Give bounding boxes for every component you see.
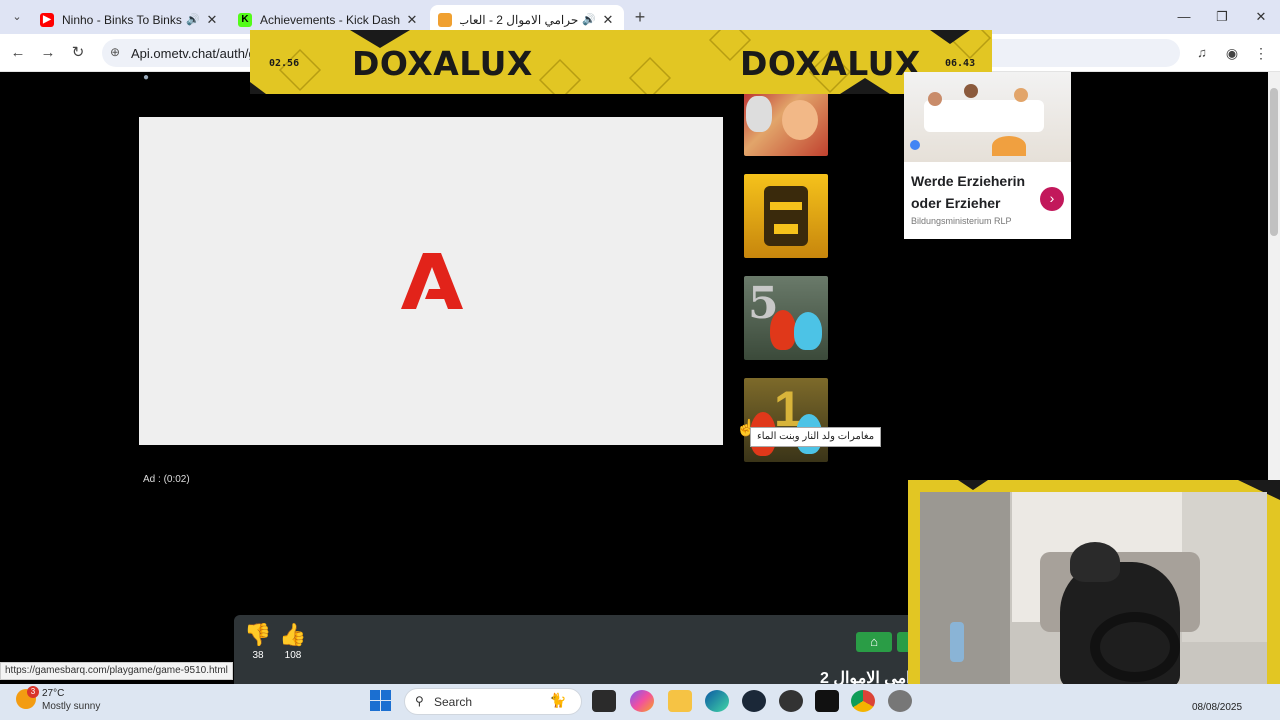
fireboy bbox=[770, 310, 796, 350]
game-action-bar bbox=[234, 615, 914, 684]
search-placeholder: Search bbox=[434, 695, 473, 709]
forward-icon[interactable]: → bbox=[37, 42, 59, 64]
ad-image-fan bbox=[992, 136, 1026, 156]
webcam-view bbox=[920, 492, 1267, 688]
idol-mouth bbox=[774, 224, 798, 234]
fireboy-watergirl-1-thumb[interactable]: 1 bbox=[744, 378, 828, 462]
overlay-time-right: 06.43 bbox=[945, 58, 976, 69]
webcam-bottle bbox=[950, 622, 964, 662]
close-tab-icon[interactable]: ✕ bbox=[204, 12, 220, 28]
tab-search-chevron-icon[interactable]: ⌄ bbox=[6, 6, 28, 28]
thumbs-up-icon: 👍 bbox=[279, 622, 307, 647]
ad-choice-icon[interactable] bbox=[910, 140, 920, 150]
taskbar-date: 08/08/2025 bbox=[1192, 702, 1243, 713]
weather-condition: Mostly sunny bbox=[42, 701, 101, 712]
profile-icon[interactable]: ◉ bbox=[1221, 42, 1243, 64]
edge-icon[interactable] bbox=[705, 690, 729, 712]
gamesbarq-icon bbox=[438, 12, 452, 27]
tab-title: Ninho - Binks To Binks Part bbox=[62, 12, 182, 27]
kick-icon: K bbox=[238, 12, 252, 27]
task-view-icon[interactable] bbox=[592, 690, 616, 712]
search-icon: ⚲ bbox=[415, 694, 424, 708]
chrome-icon[interactable] bbox=[851, 690, 875, 712]
steam-icon[interactable] bbox=[742, 690, 766, 712]
page-top-icon: ● bbox=[143, 72, 150, 83]
weather-badge: 3 bbox=[27, 686, 39, 698]
watergirl bbox=[794, 312, 822, 350]
temple-run-thumb[interactable] bbox=[744, 174, 828, 258]
adobe-icon bbox=[401, 253, 463, 309]
file-explorer-icon[interactable] bbox=[668, 690, 692, 712]
speaker-icon[interactable]: 🔊 bbox=[582, 13, 596, 26]
idol-face bbox=[764, 186, 808, 246]
ad-image-person bbox=[1014, 88, 1028, 102]
ad-headline: Werde Erzieherin oder Erzieher bbox=[911, 173, 1026, 211]
taskbar-search[interactable]: ⚲ Search 🐈 bbox=[404, 688, 582, 715]
restore-icon[interactable]: ❐ bbox=[1204, 6, 1240, 28]
site-info-icon[interactable]: ⊕ bbox=[110, 45, 120, 59]
character-face bbox=[782, 100, 818, 140]
tab-title: Achievements - Kick Dashboard bbox=[260, 12, 400, 27]
close-tab-icon[interactable]: ✕ bbox=[600, 12, 616, 28]
discord-like-icon[interactable] bbox=[779, 690, 803, 712]
ad-image bbox=[904, 72, 1071, 162]
overlay-time-left: 02.56 bbox=[269, 58, 300, 69]
scrollbar-thumb[interactable] bbox=[1270, 88, 1278, 236]
weather-temperature: 27°C bbox=[42, 688, 65, 699]
settings-icon[interactable] bbox=[888, 690, 912, 712]
overlay-brand-left: DOXALUX bbox=[352, 44, 533, 83]
video-ad[interactable] bbox=[139, 117, 723, 445]
ad-image-person bbox=[928, 92, 942, 106]
copilot-icon[interactable] bbox=[630, 690, 654, 712]
ad-source: Bildungsministerium RLP bbox=[911, 216, 1012, 226]
new-tab-button[interactable]: + bbox=[629, 6, 651, 28]
subway-surfers-thumb[interactable] bbox=[744, 92, 828, 156]
search-highlight-icon: 🐈 bbox=[549, 692, 567, 708]
ad-image-person bbox=[964, 84, 978, 98]
webcam-wall-left bbox=[920, 492, 1010, 688]
tab-title: حرامي الاموال 2 - العاب شلال bbox=[460, 12, 579, 27]
windows-start-icon[interactable] bbox=[370, 690, 391, 711]
tab-ninho[interactable]: ▶ Ninho - Binks To Binks Part 🔊 ✕ bbox=[32, 5, 228, 34]
character-guard bbox=[746, 96, 772, 132]
like-count: 108 bbox=[284, 650, 302, 661]
close-tab-icon[interactable]: ✕ bbox=[404, 12, 420, 28]
minimize-icon[interactable]: — bbox=[1166, 6, 1202, 28]
youtube-icon: ▶ bbox=[40, 12, 54, 27]
media-control-icon[interactable]: ♫ bbox=[1191, 42, 1213, 64]
ad-timer: Ad : (0:02) bbox=[143, 474, 190, 485]
epic-games-icon[interactable] bbox=[815, 690, 839, 712]
home-button[interactable]: ⌂ bbox=[856, 632, 892, 652]
dislike-count: 38 bbox=[252, 650, 264, 661]
idol-eyes bbox=[770, 202, 802, 210]
overlay-brand-right: DOXALUX bbox=[740, 44, 921, 83]
thumbs-down-icon: 👎 bbox=[244, 622, 272, 647]
url-text: Api.ometv.chat/auth/go bbox=[131, 46, 264, 61]
dislike-button[interactable]: 👎 38 bbox=[241, 622, 275, 661]
status-url-bar: https://gamesbarq.com/playgame/game-9510… bbox=[0, 662, 233, 680]
fireboy-watergirl-5-thumb[interactable]: 5 bbox=[744, 276, 828, 360]
side-ad[interactable]: Werde Erzieherin oder Erzieher › Bildung… bbox=[904, 72, 1071, 239]
close-window-icon[interactable]: ✕ bbox=[1243, 6, 1279, 28]
webcam-steering-wheel bbox=[1090, 612, 1180, 682]
back-icon[interactable]: ← bbox=[7, 42, 29, 64]
stream-overlay-banner: 02.56 DOXALUX DOXALUX 06.43 bbox=[250, 30, 992, 94]
menu-icon[interactable]: ⋮ bbox=[1250, 42, 1272, 64]
reload-icon[interactable]: ↻ bbox=[67, 42, 89, 64]
speaker-icon[interactable]: 🔊 bbox=[186, 13, 200, 26]
webcam-cap bbox=[1070, 542, 1120, 582]
tab-bar: ⌄ ▶ Ninho - Binks To Binks Part 🔊 ✕ K Ac… bbox=[0, 0, 1280, 34]
like-button[interactable]: 👍 108 bbox=[276, 622, 310, 661]
ad-arrow-button[interactable]: › bbox=[1040, 187, 1064, 211]
ad-image-table bbox=[924, 100, 1044, 132]
game-tooltip: مغامرات ولد النار وبنت الماء bbox=[750, 427, 882, 447]
home-icon: ⌂ bbox=[870, 634, 878, 649]
